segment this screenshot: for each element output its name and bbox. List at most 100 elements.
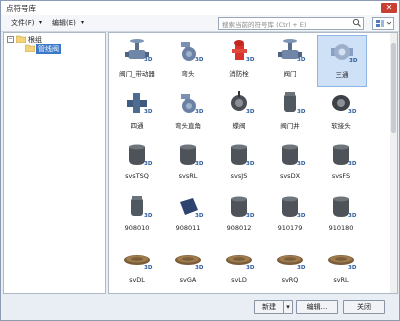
symbol-item[interactable]: 3D svLD [215,243,263,293]
symbol-label: 908011 [175,224,201,232]
symbol-item[interactable]: 3D 阀门_带动器 [113,35,161,85]
symbol-item[interactable]: 3D 消防栓 [215,35,263,85]
new-button[interactable]: 新建 [254,300,284,314]
symbol-3d-badge: 3D [195,213,204,219]
symbol-item[interactable]: 3D 阀门井 [266,87,314,137]
symbol-3d-badge: 3D [144,265,153,271]
symbol-3d-badge: 3D [348,213,357,219]
symbol-item[interactable]: 3D svsTSQ [113,139,161,189]
symbol-3d-badge: 3D [246,109,255,115]
symbol-item[interactable]: 3D 阀门 [266,35,314,85]
symbol-3d-badge: 3D [297,161,306,167]
symbol-label: svGA [179,276,197,284]
symbol-label: 消防栓 [229,70,249,78]
symbol-label: 910179 [277,224,303,232]
symbol-3d-badge: 3D [297,109,306,115]
edit-menu-arrow-icon[interactable]: ▾ [81,18,84,28]
symbol-label: 蝶阀 [232,122,246,130]
symbol-3d-badge: 3D [348,265,357,271]
folder-icon [25,44,35,52]
edit-button[interactable]: 编辑... [296,300,338,314]
symbol-label: 阀门井 [280,122,300,130]
new-dropdown-arrow-icon[interactable]: ▾ [283,300,293,314]
collapse-icon[interactable]: − [7,36,14,43]
symbol-label: 弯头直角 [175,122,201,130]
symbol-3d-badge: 3D [349,58,358,64]
symbol-3d-badge: 3D [195,161,204,167]
symbol-label: 910180 [328,224,354,232]
title-bar: 点符号库 ✕ [1,1,399,15]
symbol-item[interactable]: 3D 908011 [164,191,212,241]
symbol-item[interactable]: 3D svDL [113,243,161,293]
vertical-scrollbar[interactable] [390,32,398,294]
scrollbar-thumb[interactable] [391,43,396,133]
symbol-label: svsDX [279,172,301,180]
tree-node-root[interactable]: − 根组 [7,35,67,44]
symbol-grid: 3D 阀门_带动器 3D 弯头 3D 消防栓 3D 阀门 3D 三通 3D 四通 3D 弯头直角 3D 蝶阀 3… [108,32,392,294]
symbol-label: svRL [333,276,349,284]
symbol-3d-badge: 3D [348,109,357,115]
close-button[interactable]: 关闭 [343,300,385,314]
symbol-label: 阀门 [283,70,297,78]
edit-menu[interactable]: 编辑(E) [52,18,76,28]
symbol-item[interactable]: 3D 三通 [317,35,367,87]
dialog-footer: 新建 ▾ 编辑... 关闭 [0,295,398,319]
symbol-item[interactable]: 3D 908012 [215,191,263,241]
symbol-label: 908012 [226,224,252,232]
symbol-item[interactable]: 3D 908010 [113,191,161,241]
symbol-3d-badge: 3D [246,161,255,167]
symbol-label: svsFS [331,172,351,180]
symbol-3d-badge: 3D [348,161,357,167]
symbol-item[interactable]: 3D svGA [164,243,212,293]
symbol-label: svRQ [281,276,299,284]
symbol-3d-badge: 3D [297,57,306,63]
symbol-3d-badge: 3D [144,213,153,219]
symbol-item[interactable]: 3D 910179 [266,191,314,241]
symbol-label: 弯头 [181,70,195,78]
file-menu-arrow-icon[interactable]: ▾ [39,18,42,28]
search-input[interactable]: 搜索当前的符号库 (Ctrl + E) [218,17,364,30]
search-placeholder: 搜索当前的符号库 (Ctrl + E) [222,21,307,29]
symbol-label: 908010 [124,224,150,232]
symbol-3d-badge: 3D [195,57,204,63]
symbol-item[interactable]: 3D svRL [317,243,365,293]
symbol-label: svLD [231,276,247,284]
folder-icon [16,35,26,43]
symbol-item[interactable]: 3D 软接头 [317,87,365,137]
symbol-3d-badge: 3D [297,213,306,219]
symbol-label: 四通 [130,122,144,130]
symbol-3d-badge: 3D [246,213,255,219]
symbol-item[interactable]: 3D svsRL [164,139,212,189]
view-grid-icon [376,20,392,27]
symbol-item[interactable]: 3D 弯头 [164,35,212,85]
symbol-item[interactable]: 3D svsDX [266,139,314,189]
symbol-label: svsTSQ [125,172,149,180]
close-icon[interactable]: ✕ [381,3,397,13]
tree-node-child[interactable]: 管线阀 [16,44,76,54]
symbol-3d-badge: 3D [195,265,204,271]
search-icon[interactable] [352,18,361,28]
symbol-3d-badge: 3D [297,265,306,271]
symbol-label: 软接头 [331,122,351,130]
symbol-label: svsRL [178,172,198,180]
symbol-item[interactable]: 3D svRQ [266,243,314,293]
symbol-3d-badge: 3D [246,265,255,271]
symbol-item[interactable]: 3D 四通 [113,87,161,137]
symbol-item[interactable]: 3D 910180 [317,191,365,241]
window-title: 点符号库 [6,4,36,13]
file-menu[interactable]: 文件(F) [11,18,35,28]
symbol-item[interactable]: 3D svsFS [317,139,365,189]
symbol-label: svsJS [230,172,248,180]
symbol-item[interactable]: 3D 蝶阀 [215,87,263,137]
tree-child-label: 管线阀 [36,44,61,54]
symbol-3d-badge: 3D [195,109,204,115]
symbol-label: 阀门_带动器 [119,70,155,78]
symbol-item[interactable]: 3D svsJS [215,139,263,189]
symbol-3d-badge: 3D [144,57,153,63]
view-mode-button[interactable] [372,17,394,30]
symbol-label: svDL [129,276,145,284]
symbol-item[interactable]: 3D 弯头直角 [164,87,212,137]
symbol-label: 三通 [335,71,349,79]
symbol-3d-badge: 3D [144,109,153,115]
group-tree: − 根组 管线阀 [3,32,106,294]
